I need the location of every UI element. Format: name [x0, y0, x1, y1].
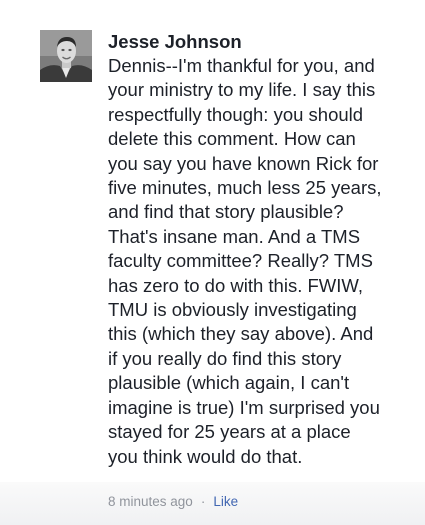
- comment-text-line: delete this comment. How can: [108, 128, 356, 150]
- comment-text-line: faculty committee? Really? TMS: [108, 250, 373, 272]
- comment-content: Jesse Johnson Dennis--I'm thankful for y…: [108, 31, 408, 469]
- comment-text-line: you say you have known Rick for: [108, 152, 379, 174]
- comment-meta: 8 minutes ago · Like: [108, 494, 238, 510]
- comment-text: Dennis--I'm thankful for you, and your mi…: [108, 54, 408, 469]
- comment-text-line: if you really do find this story: [108, 347, 342, 369]
- comment-text-line: imagine is true) I'm surprised you: [108, 396, 380, 418]
- comment-text-line: Dennis--I'm thankful for you, and: [108, 55, 375, 76]
- timestamp[interactable]: 8 minutes ago: [108, 494, 193, 509]
- comment-text-line: your ministry to my life. I say this: [108, 79, 376, 101]
- profile-photo: [40, 30, 92, 82]
- comment-text-line: this (which they say above). And: [108, 323, 374, 345]
- comment-text-line: has zero to do with this. FWIW,: [108, 274, 363, 296]
- comment-text-line: respectfully though: you should: [108, 103, 364, 125]
- separator-dot: ·: [200, 494, 206, 509]
- like-button[interactable]: Like: [213, 494, 238, 509]
- comment-text-line: you think would do that.: [108, 445, 303, 467]
- author-name[interactable]: Jesse Johnson: [108, 31, 408, 53]
- comment-text-line: and find that story plausible?: [108, 201, 344, 223]
- comment-text-line: TMU is obviously investigating: [108, 299, 357, 321]
- comment-text-line: stayed for 25 years at a place: [108, 421, 351, 443]
- comment-text-line: plausible (which again, I can't: [108, 372, 350, 394]
- comment-text-line: five minutes, much less 25 years,: [108, 177, 382, 199]
- comment-text-line: That's insane man. And a TMS: [108, 225, 361, 247]
- comment-card: Jesse Johnson Dennis--I'm thankful for y…: [0, 0, 425, 525]
- avatar[interactable]: [40, 30, 92, 82]
